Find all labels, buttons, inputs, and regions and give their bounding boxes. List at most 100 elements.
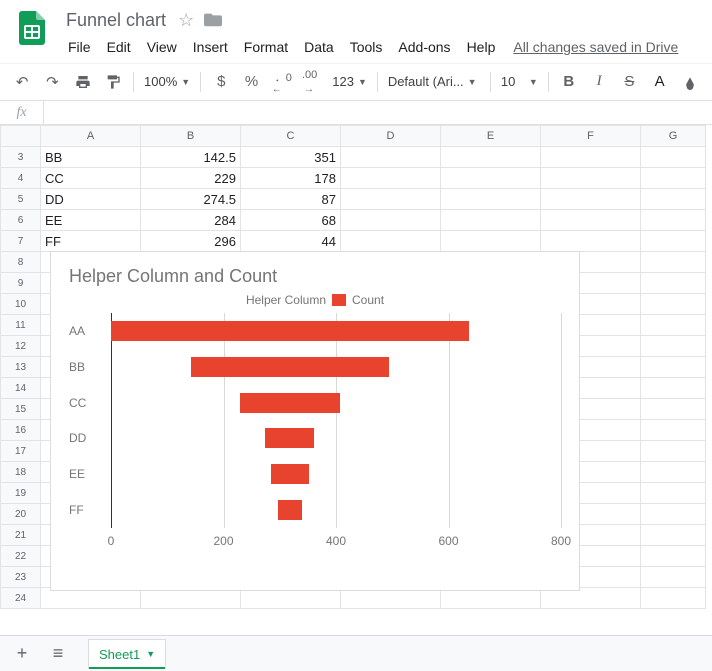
row-header-6[interactable]: 6 (1, 210, 41, 231)
paint-format-icon[interactable] (103, 71, 123, 93)
cell-D7[interactable] (341, 231, 441, 252)
cell-C3[interactable]: 351 (241, 147, 341, 168)
cell-G11[interactable] (641, 315, 706, 336)
row-header-17[interactable]: 17 (1, 441, 41, 462)
row-header-7[interactable]: 7 (1, 231, 41, 252)
row-header-24[interactable]: 24 (1, 588, 41, 609)
cell-B7[interactable]: 296 (141, 231, 241, 252)
menu-format[interactable]: Format (236, 35, 296, 59)
col-header-C[interactable]: C (241, 126, 341, 147)
cell-G14[interactable] (641, 378, 706, 399)
cell-G10[interactable] (641, 294, 706, 315)
undo-icon[interactable]: ↶ (12, 71, 32, 93)
star-icon[interactable]: ☆ (178, 10, 194, 31)
row-header-15[interactable]: 15 (1, 399, 41, 420)
text-color-button[interactable]: A (650, 71, 670, 93)
row-header-14[interactable]: 14 (1, 378, 41, 399)
cell-G18[interactable] (641, 462, 706, 483)
menu-tools[interactable]: Tools (342, 35, 391, 59)
zoom-select[interactable]: 100%▼ (144, 74, 190, 89)
row-header-3[interactable]: 3 (1, 147, 41, 168)
cell-G3[interactable] (641, 147, 706, 168)
doc-title[interactable]: Funnel chart (60, 8, 172, 33)
cell-A3[interactable]: BB (41, 147, 141, 168)
row-header-18[interactable]: 18 (1, 462, 41, 483)
cell-F7[interactable] (541, 231, 641, 252)
row-header-23[interactable]: 23 (1, 567, 41, 588)
fill-color-button[interactable] (680, 71, 700, 93)
col-header-D[interactable]: D (341, 126, 441, 147)
cell-D5[interactable] (341, 189, 441, 210)
menu-data[interactable]: Data (296, 35, 342, 59)
font-select[interactable]: Default (Ari...▼ (388, 74, 480, 89)
decrease-decimal-button[interactable]: ．0← (272, 71, 292, 93)
row-header-9[interactable]: 9 (1, 273, 41, 294)
cell-G16[interactable] (641, 420, 706, 441)
cell-A5[interactable]: DD (41, 189, 141, 210)
fontsize-select[interactable]: 10▼ (501, 74, 538, 89)
row-header-12[interactable]: 12 (1, 336, 41, 357)
cell-D3[interactable] (341, 147, 441, 168)
col-header-B[interactable]: B (141, 126, 241, 147)
cell-E6[interactable] (441, 210, 541, 231)
cell-B5[interactable]: 274.5 (141, 189, 241, 210)
italic-button[interactable]: I (589, 71, 609, 93)
folder-icon[interactable] (204, 11, 222, 30)
increase-decimal-button[interactable]: .00→ (302, 71, 322, 93)
col-header-E[interactable]: E (441, 126, 541, 147)
print-icon[interactable] (73, 71, 93, 93)
col-header-F[interactable]: F (541, 126, 641, 147)
sheets-logo[interactable] (12, 8, 52, 48)
cell-D4[interactable] (341, 168, 441, 189)
cell-F4[interactable] (541, 168, 641, 189)
cell-G6[interactable] (641, 210, 706, 231)
bold-button[interactable]: B (559, 71, 579, 93)
cell-G13[interactable] (641, 357, 706, 378)
menu-file[interactable]: File (60, 35, 99, 59)
row-header-4[interactable]: 4 (1, 168, 41, 189)
menu-addons[interactable]: Add-ons (390, 35, 458, 59)
cell-F3[interactable] (541, 147, 641, 168)
number-format-select[interactable]: 123▼ (332, 74, 367, 89)
cell-G8[interactable] (641, 252, 706, 273)
row-header-8[interactable]: 8 (1, 252, 41, 273)
cell-C6[interactable]: 68 (241, 210, 341, 231)
menu-view[interactable]: View (139, 35, 185, 59)
row-header-22[interactable]: 22 (1, 546, 41, 567)
add-sheet-button[interactable]: + (8, 640, 36, 668)
strikethrough-button[interactable]: S (619, 71, 639, 93)
percent-button[interactable]: % (241, 71, 261, 93)
row-header-5[interactable]: 5 (1, 189, 41, 210)
cell-G21[interactable] (641, 525, 706, 546)
row-header-11[interactable]: 11 (1, 315, 41, 336)
cell-G23[interactable] (641, 567, 706, 588)
cell-G7[interactable] (641, 231, 706, 252)
all-sheets-button[interactable]: ≡ (44, 640, 72, 668)
cell-G4[interactable] (641, 168, 706, 189)
cell-A7[interactable]: FF (41, 231, 141, 252)
cell-G22[interactable] (641, 546, 706, 567)
col-header-A[interactable]: A (41, 126, 141, 147)
row-header-21[interactable]: 21 (1, 525, 41, 546)
save-status[interactable]: All changes saved in Drive (513, 39, 678, 55)
cell-B3[interactable]: 142.5 (141, 147, 241, 168)
cell-G19[interactable] (641, 483, 706, 504)
cell-D6[interactable] (341, 210, 441, 231)
menu-help[interactable]: Help (459, 35, 504, 59)
menu-insert[interactable]: Insert (185, 35, 236, 59)
redo-icon[interactable]: ↷ (42, 71, 62, 93)
sheet-tab-active[interactable]: Sheet1▼ (88, 639, 166, 669)
row-header-19[interactable]: 19 (1, 483, 41, 504)
cell-G20[interactable] (641, 504, 706, 525)
cell-C5[interactable]: 87 (241, 189, 341, 210)
row-header-13[interactable]: 13 (1, 357, 41, 378)
cell-G17[interactable] (641, 441, 706, 462)
col-header-G[interactable]: G (641, 126, 706, 147)
cell-B4[interactable]: 229 (141, 168, 241, 189)
cell-G12[interactable] (641, 336, 706, 357)
row-header-10[interactable]: 10 (1, 294, 41, 315)
cell-G15[interactable] (641, 399, 706, 420)
cell-C7[interactable]: 44 (241, 231, 341, 252)
cell-F6[interactable] (541, 210, 641, 231)
cell-E7[interactable] (441, 231, 541, 252)
